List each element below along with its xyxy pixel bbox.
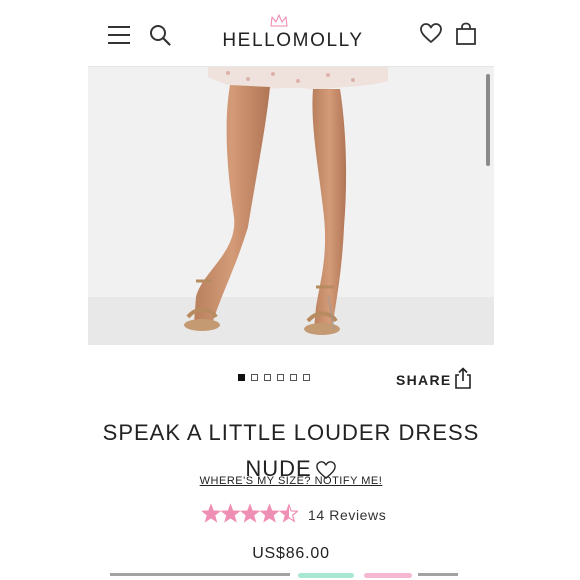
gallery-dot[interactable] [290,374,297,381]
brand-logo[interactable]: HELLOMOLLY [213,14,373,54]
product-image[interactable] [88,67,494,345]
star-fill [221,505,240,522]
gallery-dot[interactable] [238,374,245,381]
right-backdrop [494,0,580,580]
crown-icon [270,14,288,27]
promo-more [418,573,458,576]
gallery-dot[interactable] [264,374,271,381]
size-notify-link[interactable]: WHERE'S MY SIZE? NOTIFY ME! [88,475,494,487]
product-price: US$86.00 [252,545,330,562]
hamburger-icon[interactable] [108,26,130,44]
shopping-bag-icon[interactable] [455,22,477,46]
left-backdrop [0,0,88,580]
share-icon [455,367,471,389]
heart-icon[interactable] [419,22,443,44]
gallery-pagination [238,374,316,384]
promo-badge-pink [364,573,412,578]
promo-badge-mint [298,573,354,578]
search-icon[interactable] [149,24,171,46]
product-title-line1: SPEAK A LITTLE LOUDER DRESS [102,420,480,445]
image-scrollbar[interactable] [486,74,490,166]
star-fill [260,505,279,522]
gallery-dot[interactable] [251,374,258,381]
promo-banner [110,573,490,580]
mobile-screen: HELLOMOLLY SHARE SPEAK A LITTLE LOUDER D… [88,0,494,580]
gallery-dot[interactable] [277,374,284,381]
site-header: HELLOMOLLY [88,0,494,67]
gallery-dot[interactable] [303,374,310,381]
rating-stars [202,503,298,523]
star-fill [202,505,220,522]
scrollbar-thumb[interactable] [486,74,490,166]
star-fill [241,505,259,522]
reviews-count[interactable]: 14 Reviews [308,507,386,523]
brand-wordmark: HELLOMOLLY [222,30,364,51]
promo-text [110,573,290,576]
share-label: SHARE [396,372,452,388]
